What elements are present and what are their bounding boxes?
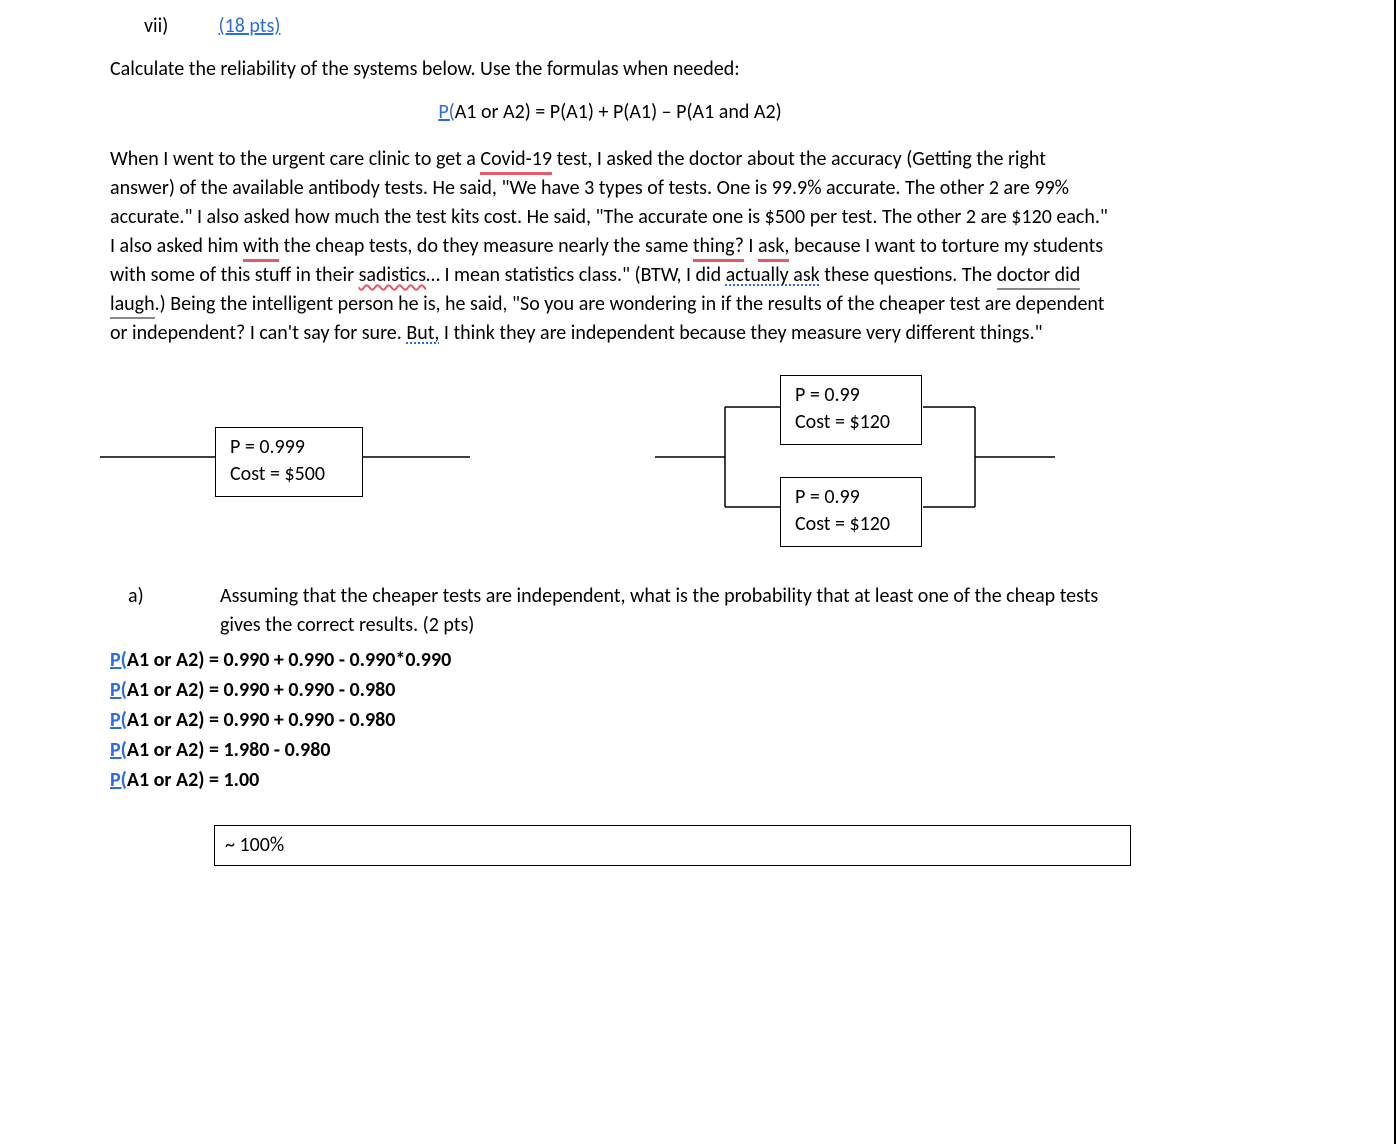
- calc-p: P(: [110, 708, 127, 732]
- part-a: a)Assuming that the cheaper tests are in…: [110, 582, 1110, 866]
- intro-text: Calculate the reliability of the systems…: [110, 55, 1110, 84]
- diagram-box-cheap-top: P = 0.99 Cost = $120: [780, 375, 922, 445]
- story-text: these questions. The: [820, 263, 997, 287]
- story-text: the cheap tests, do they measure nearly …: [279, 234, 693, 258]
- calc-p: P(: [110, 738, 127, 762]
- reliability-diagrams: P = 0.999 Cost = $500 P = 0.99 Cost = $1…: [110, 372, 1110, 562]
- box-cost: Cost = $500: [230, 461, 348, 488]
- story-text: I: [744, 234, 758, 258]
- proof-mark-actually-ask: actually ask: [726, 263, 820, 287]
- formula-p: P(: [438, 100, 454, 124]
- proof-mark-thing: thing?: [693, 234, 744, 262]
- question-number: vii): [144, 12, 214, 41]
- calc-p: P(: [110, 648, 127, 672]
- answer-box: ~ 100%: [214, 825, 1131, 866]
- part-a-question: a)Assuming that the cheaper tests are in…: [110, 582, 1110, 640]
- diagram-box-cheap-bottom: P = 0.99 Cost = $120: [780, 477, 922, 547]
- proof-mark-but: But,: [406, 321, 439, 345]
- part-a-marker: a): [174, 582, 220, 611]
- box-cost: Cost = $120: [795, 409, 907, 436]
- proof-mark-with: with: [243, 234, 279, 262]
- formula-rest: A1 or A2) = P(A1) + P(A1) – P(A1 and A2): [455, 100, 782, 124]
- proof-mark-covid: Covid-19: [480, 147, 552, 175]
- content-area: vii) (18 pts) Calculate the reliability …: [110, 12, 1110, 866]
- calculation-lines: P(A1 or A2) = 0.990 + 0.990 - 0.990*0.99…: [110, 646, 1110, 795]
- calc-text: A1 or A2) = 0.990 + 0.990 - 0.980: [127, 678, 396, 702]
- calc-text: A1 or A2) = 0.990 + 0.990 - 0.990*0.990: [127, 648, 451, 672]
- proof-mark-sadistics: sadistics: [359, 263, 427, 287]
- proof-mark-ask: ask,: [758, 234, 789, 262]
- calc-text: A1 or A2) = 1.980 - 0.980: [127, 738, 331, 762]
- story-text: … I mean statistics class." (BTW, I did: [426, 263, 726, 287]
- document-page: vii) (18 pts) Calculate the reliability …: [0, 0, 1396, 1144]
- box-cost: Cost = $120: [795, 511, 907, 538]
- calc-p: P(: [110, 768, 127, 792]
- box-p: P = 0.99: [795, 382, 907, 409]
- calc-p: P(: [110, 678, 127, 702]
- calc-text: A1 or A2) = 0.990 + 0.990 - 0.980: [127, 708, 396, 732]
- part-a-text: Assuming that the cheaper tests are inde…: [220, 584, 1098, 637]
- calc-text: A1 or A2) = 1.00: [127, 768, 259, 792]
- probability-formula: P(A1 or A2) = P(A1) + P(A1) – P(A1 and A…: [110, 98, 1110, 127]
- diagram-box-expensive: P = 0.999 Cost = $500: [215, 427, 363, 497]
- points-label: (18 pts): [219, 14, 281, 38]
- story-paragraph: When I went to the urgent care clinic to…: [110, 145, 1110, 348]
- box-p: P = 0.999: [230, 434, 348, 461]
- box-p: P = 0.99: [795, 484, 907, 511]
- question-number-line: vii) (18 pts): [110, 12, 1110, 41]
- story-text: When I went to the urgent care clinic to…: [110, 147, 480, 171]
- story-text: I think they are independent because the…: [439, 321, 1042, 345]
